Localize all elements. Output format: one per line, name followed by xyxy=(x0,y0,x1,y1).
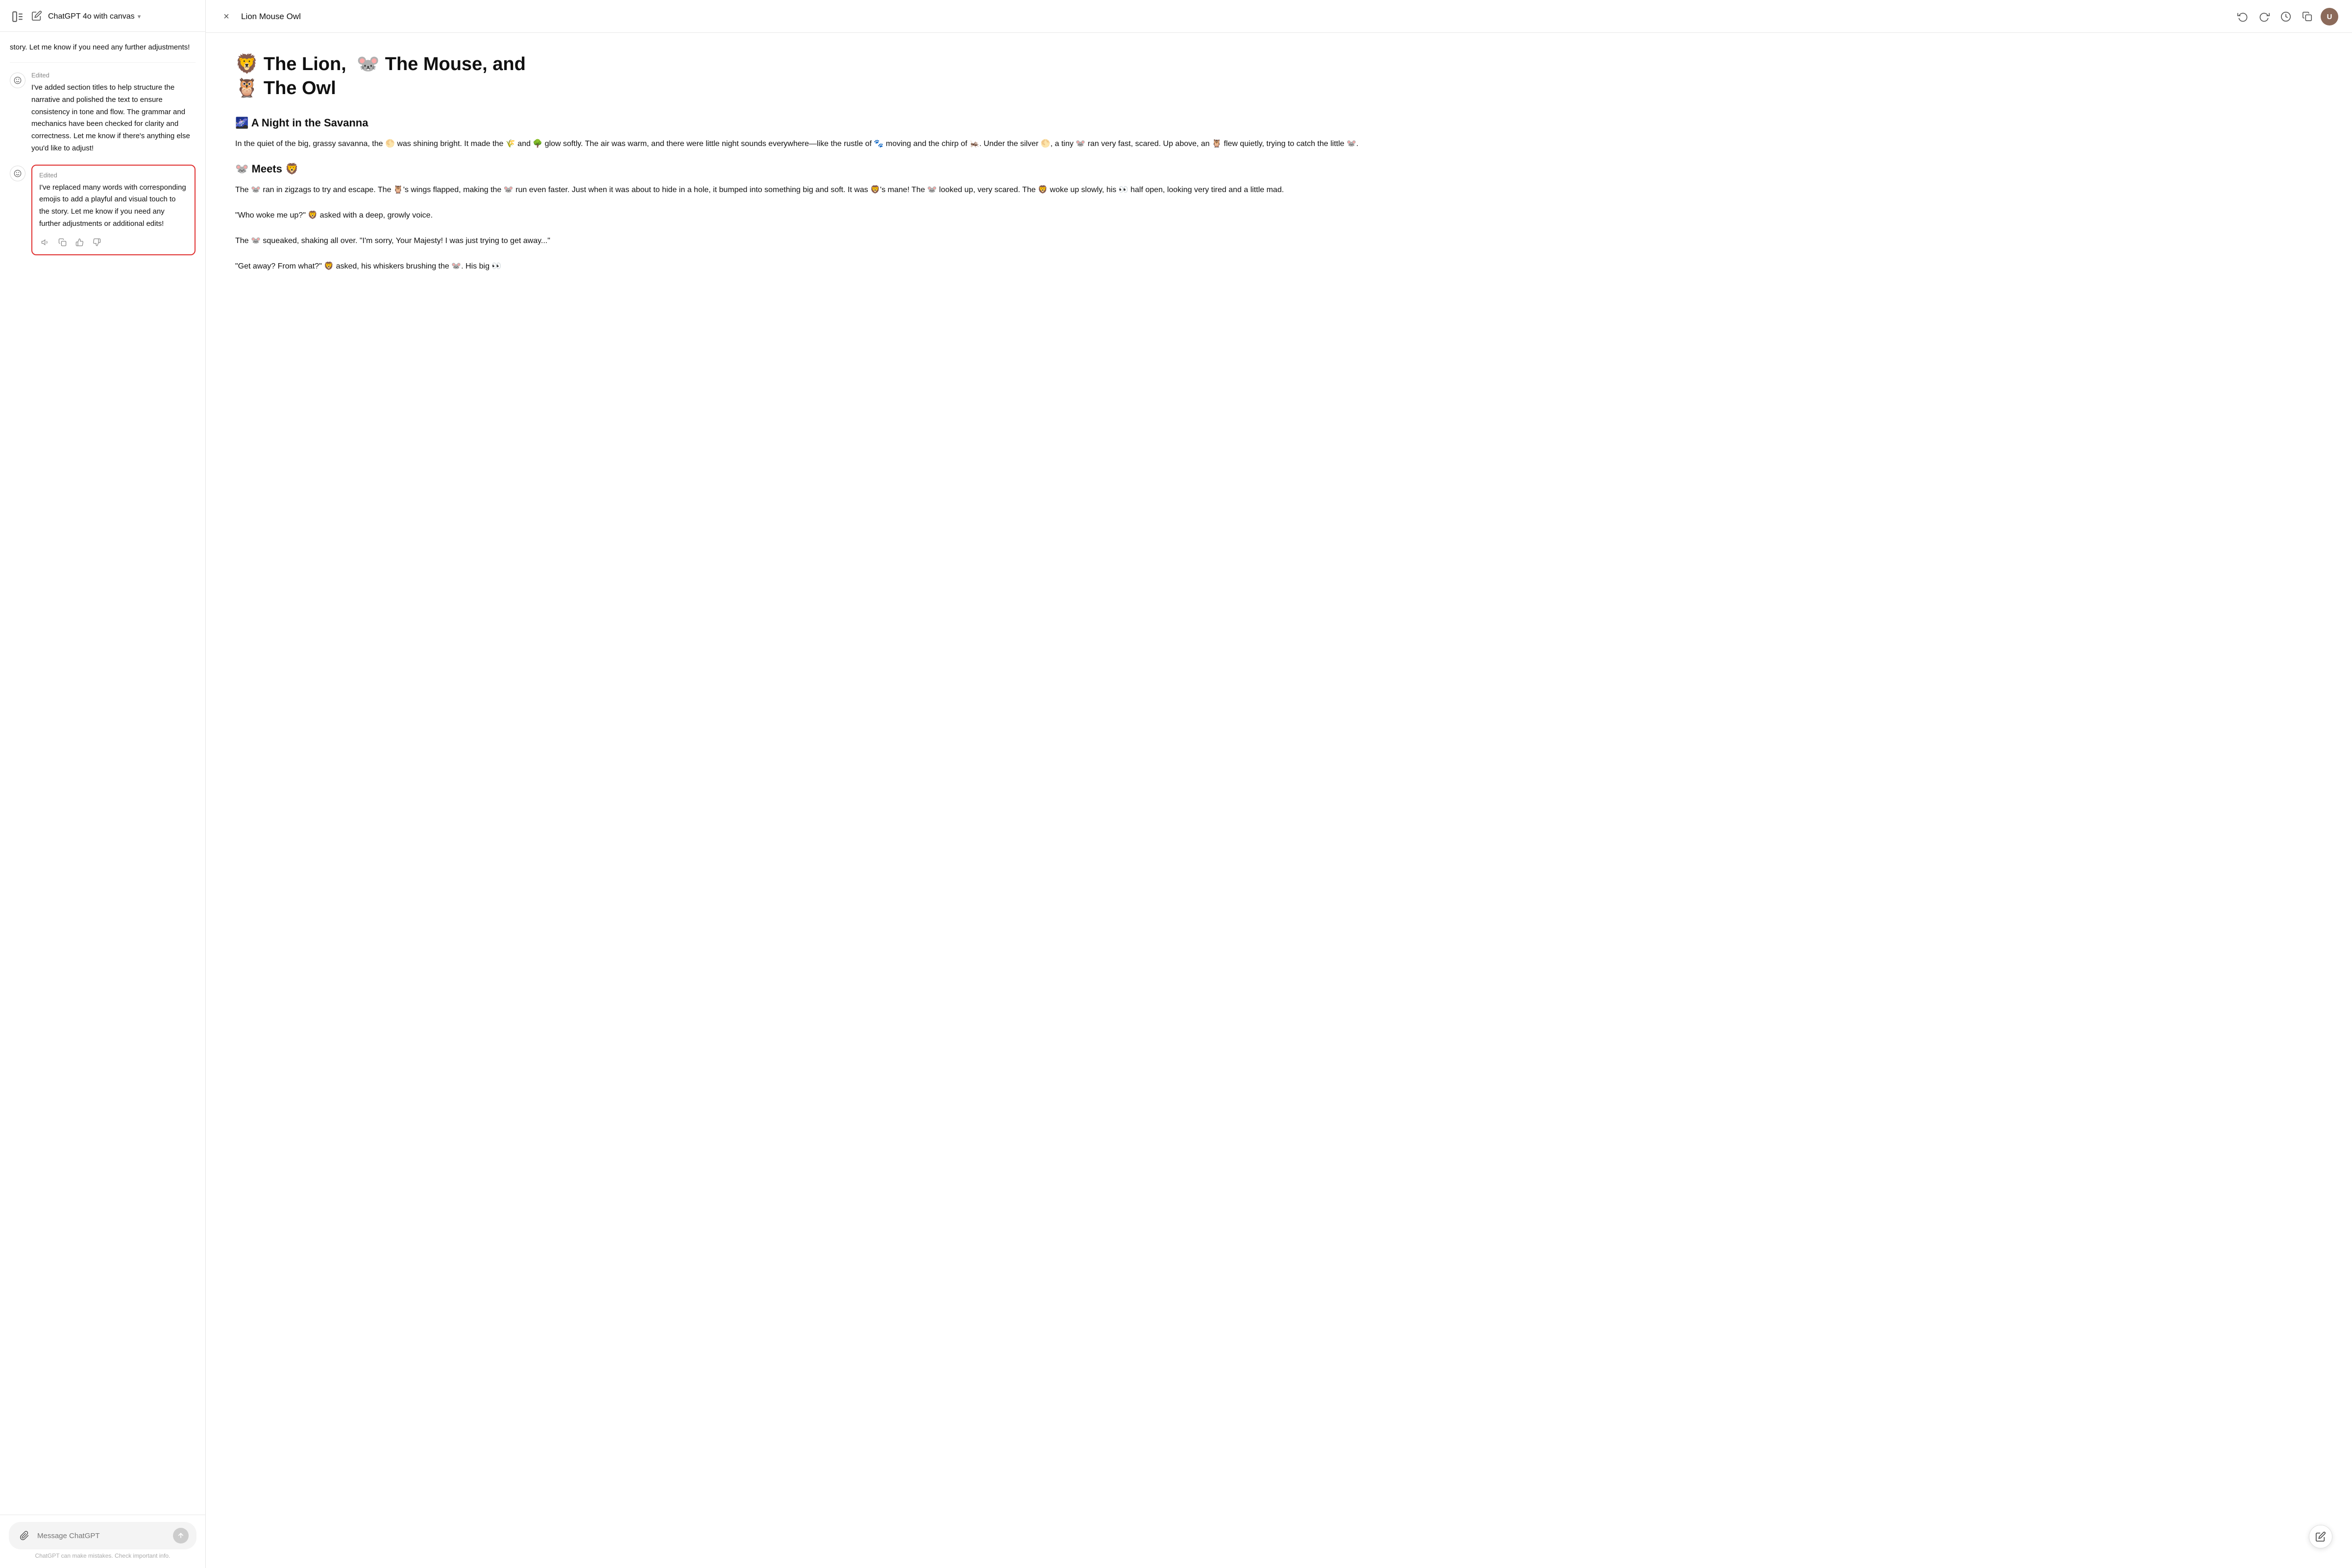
message-input-area: ChatGPT can make mistakes. Check importa… xyxy=(0,1515,205,1568)
ai-message-1: Edited I've added section titles to help… xyxy=(10,72,196,155)
ai-message-1-text: I've added section titles to help struct… xyxy=(31,82,196,155)
message-input-box xyxy=(9,1522,196,1549)
thumbs-down-button[interactable] xyxy=(91,236,103,248)
right-header: × Lion Mouse Owl xyxy=(206,0,2352,33)
close-button[interactable]: × xyxy=(220,10,233,24)
section-2-title: 🐭 Meets 🦁 xyxy=(235,163,2323,175)
ai-message-2: Edited I've replaced many words with cor… xyxy=(10,165,196,255)
previous-message: story. Let me know if you need any furth… xyxy=(10,42,196,63)
sidebar-toggle-button[interactable] xyxy=(10,9,25,24)
document-content: 🦁 The Lion, 🐭 The Mouse, and 🦉 The Owl 🌌… xyxy=(206,33,2352,1568)
section-2-paragraph-3: The 🐭 squeaked, shaking all over. "I'm s… xyxy=(235,234,2323,248)
duplicate-button[interactable] xyxy=(2299,8,2316,25)
document-title: Lion Mouse Owl xyxy=(241,12,2227,22)
right-panel: × Lion Mouse Owl xyxy=(206,0,2352,1568)
chat-messages: story. Let me know if you need any furth… xyxy=(0,32,205,1515)
thumbs-up-button[interactable] xyxy=(74,236,86,248)
undo-button[interactable] xyxy=(2234,8,2251,25)
header-actions: U xyxy=(2234,8,2338,25)
message-input[interactable] xyxy=(37,1532,168,1540)
attach-button[interactable] xyxy=(17,1528,32,1544)
story-title: 🦁 The Lion, 🐭 The Mouse, and 🦉 The Owl xyxy=(235,52,2323,101)
section-2-paragraph-2: "Who woke me up?" 🦁 asked with a deep, g… xyxy=(235,209,2323,222)
left-header: ChatGPT 4o with canvas ▾ xyxy=(0,0,205,32)
edit-fab-button[interactable] xyxy=(2309,1525,2332,1548)
copy-button[interactable] xyxy=(56,236,69,248)
redo-button[interactable] xyxy=(2256,8,2273,25)
section-2-paragraph-4: "Get away? From what?" 🦁 asked, his whis… xyxy=(235,260,2323,273)
ai-message-2-content: Edited I've replaced many words with cor… xyxy=(31,165,196,255)
new-chat-button[interactable] xyxy=(31,10,42,23)
section-1-title: 🌌 A Night in the Savanna xyxy=(235,117,2323,129)
ai-message-2-label: Edited xyxy=(39,172,188,179)
ai-avatar-2 xyxy=(10,166,25,181)
left-panel: ChatGPT 4o with canvas ▾ story. Let me k… xyxy=(0,0,206,1568)
message-actions xyxy=(39,236,188,248)
history-button[interactable] xyxy=(2278,8,2294,25)
ai-message-1-label: Edited xyxy=(31,72,196,79)
send-button[interactable] xyxy=(173,1528,189,1544)
disclaimer-text: ChatGPT can make mistakes. Check importa… xyxy=(9,1549,196,1563)
section-2-paragraph-1: The 🐭 ran in zigzags to try and escape. … xyxy=(235,183,2323,197)
chat-title[interactable]: ChatGPT 4o with canvas ▾ xyxy=(48,12,141,21)
ai-message-2-text: I've replaced many words with correspond… xyxy=(39,182,188,230)
title-chevron-icon: ▾ xyxy=(138,13,141,21)
ai-avatar-1 xyxy=(10,73,25,88)
section-1-paragraph-1: In the quiet of the big, grassy savanna,… xyxy=(235,137,2323,151)
user-avatar[interactable]: U xyxy=(2321,8,2338,25)
speak-button[interactable] xyxy=(39,236,51,248)
ai-message-1-content: Edited I've added section titles to help… xyxy=(31,72,196,155)
